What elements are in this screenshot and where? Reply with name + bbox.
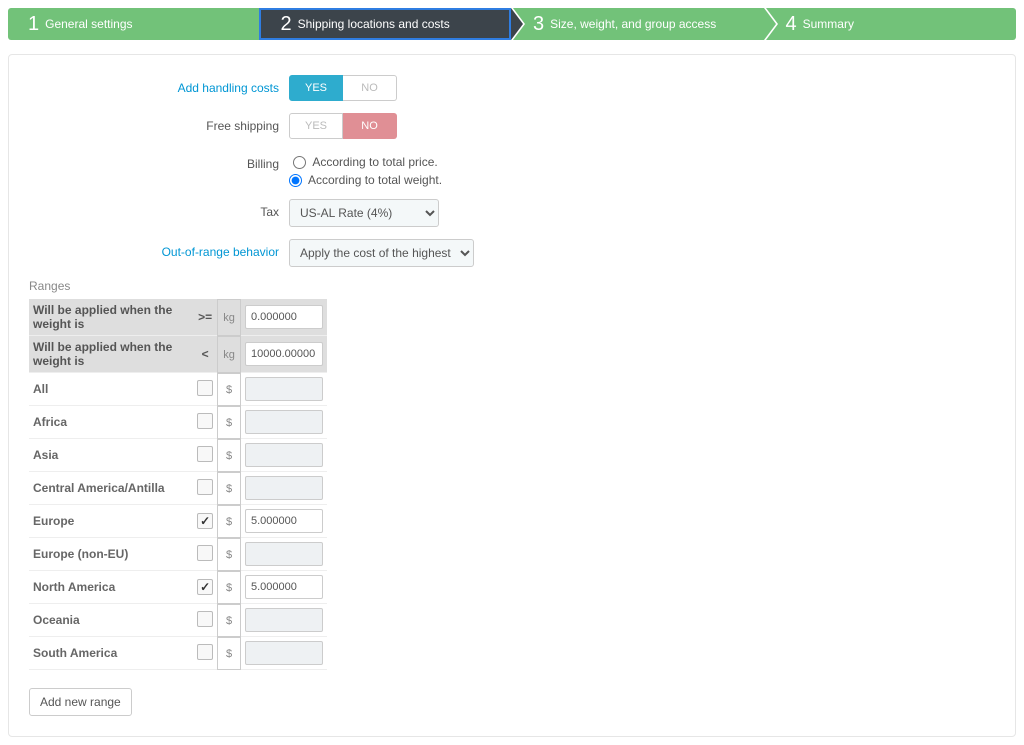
select-tax[interactable]: US-AL Rate (4%): [289, 199, 439, 227]
range-header-value-input[interactable]: [245, 342, 323, 366]
range-unit-price: $: [217, 505, 241, 538]
range-zone-value-input[interactable]: [245, 410, 323, 434]
range-zone-value-input[interactable]: [245, 575, 323, 599]
range-zone-value-input[interactable]: [245, 641, 323, 665]
range-zone-checkbox[interactable]: [197, 579, 213, 595]
panel-shipping-locations: Add handling costs YES NO Free shipping …: [8, 54, 1016, 737]
range-unit-weight: kg: [217, 336, 241, 373]
ranges-heading: Ranges: [29, 279, 995, 293]
range-zone-label: Central America/Antilla: [29, 472, 193, 505]
range-zone-checkbox[interactable]: [197, 479, 213, 495]
range-unit-price: $: [217, 637, 241, 670]
radio-billing-weight[interactable]: According to total weight.: [289, 173, 442, 187]
wizard-step-number: 2: [281, 13, 292, 35]
range-zone-checkbox[interactable]: [197, 513, 213, 529]
range-zone-checkbox[interactable]: [197, 413, 213, 429]
wizard-step-label: Size, weight, and group access: [550, 17, 716, 31]
radio-input-billing-weight[interactable]: [289, 174, 302, 187]
range-zone-checkbox[interactable]: [197, 611, 213, 627]
range-unit-price: $: [217, 571, 241, 604]
range-unit-price: $: [217, 439, 241, 472]
toggle-add-handling-costs: YES NO: [289, 75, 397, 101]
label-tax: Tax: [29, 199, 289, 219]
range-zone-label: All: [29, 373, 193, 406]
label-add-handling-costs: Add handling costs: [29, 75, 289, 95]
range-header-row: Will be applied when the weight is>=kg: [29, 299, 327, 336]
range-zone-row: North America $: [29, 571, 327, 604]
toggle-handling-yes[interactable]: YES: [289, 75, 343, 101]
range-zone-value-input[interactable]: [245, 608, 323, 632]
range-zone-label: Asia: [29, 439, 193, 472]
range-zone-label: Europe (non-EU): [29, 538, 193, 571]
range-zone-row: Oceania $: [29, 604, 327, 637]
ranges-table: Will be applied when the weight is>=kgWi…: [29, 299, 327, 670]
wizard-step-label: General settings: [45, 17, 132, 31]
range-zone-label: Africa: [29, 406, 193, 439]
range-unit-price: $: [217, 373, 241, 406]
toggle-free-shipping: YES NO: [289, 113, 397, 139]
range-header-label: Will be applied when the weight is: [29, 336, 193, 373]
range-header-operator: <: [193, 336, 217, 373]
toggle-free-yes[interactable]: YES: [289, 113, 343, 139]
range-unit-price: $: [217, 538, 241, 571]
range-zone-row: Europe (non-EU) $: [29, 538, 327, 571]
toggle-handling-no[interactable]: NO: [343, 75, 397, 101]
range-zone-value-input[interactable]: [245, 509, 323, 533]
range-zone-label: South America: [29, 637, 193, 670]
radio-label-billing-price: According to total price.: [312, 155, 437, 169]
range-zone-label: Oceania: [29, 604, 193, 637]
wizard-step-4[interactable]: 4 Summary: [764, 8, 1017, 40]
label-out-of-range: Out-of-range behavior: [29, 239, 289, 259]
range-unit-price: $: [217, 604, 241, 637]
label-free-shipping: Free shipping: [29, 113, 289, 133]
range-zone-checkbox[interactable]: [197, 446, 213, 462]
range-header-label: Will be applied when the weight is: [29, 299, 193, 336]
range-zone-value-input[interactable]: [245, 443, 323, 467]
range-zone-checkbox[interactable]: [197, 380, 213, 396]
range-zone-label: Europe: [29, 505, 193, 538]
radio-billing-price[interactable]: According to total price.: [293, 155, 437, 169]
select-out-of-range[interactable]: Apply the cost of the highest: [289, 239, 474, 267]
range-zone-row: Africa $: [29, 406, 327, 439]
range-zone-label: North America: [29, 571, 193, 604]
wizard-step-3[interactable]: 3 Size, weight, and group access: [511, 8, 764, 40]
range-header-value-input[interactable]: [245, 305, 323, 329]
range-zone-row: South America $: [29, 637, 327, 670]
wizard-step-label: Shipping locations and costs: [298, 17, 450, 31]
range-zone-checkbox[interactable]: [197, 644, 213, 660]
range-unit-price: $: [217, 472, 241, 505]
radio-label-billing-weight: According to total weight.: [308, 173, 442, 187]
range-zone-row: All $: [29, 373, 327, 406]
wizard-step-label: Summary: [803, 17, 854, 31]
range-zone-value-input[interactable]: [245, 476, 323, 500]
label-billing: Billing: [29, 151, 289, 171]
wizard-step-1[interactable]: 1 General settings: [8, 8, 259, 40]
wizard-step-number: 4: [786, 13, 797, 35]
range-zone-row: Central America/Antilla $: [29, 472, 327, 505]
toggle-free-no[interactable]: NO: [343, 113, 397, 139]
radio-group-billing: According to total price. According to t…: [289, 151, 442, 187]
range-zone-row: Asia $: [29, 439, 327, 472]
wizard-step-number: 1: [28, 13, 39, 35]
wizard-steps: 1 General settings 2 Shipping locations and…: [8, 8, 1016, 40]
range-header-operator: >=: [193, 299, 217, 336]
range-zone-value-input[interactable]: [245, 542, 323, 566]
range-zone-checkbox[interactable]: [197, 545, 213, 561]
add-new-range-button[interactable]: Add new range: [29, 688, 132, 716]
radio-input-billing-price[interactable]: [293, 156, 306, 169]
wizard-step-2[interactable]: 2 Shipping locations and costs: [259, 8, 512, 40]
range-zone-value-input[interactable]: [245, 377, 323, 401]
range-unit-price: $: [217, 406, 241, 439]
wizard-step-number: 3: [533, 13, 544, 35]
range-unit-weight: kg: [217, 299, 241, 336]
range-header-row: Will be applied when the weight is<kg: [29, 336, 327, 373]
range-zone-row: Europe $: [29, 505, 327, 538]
